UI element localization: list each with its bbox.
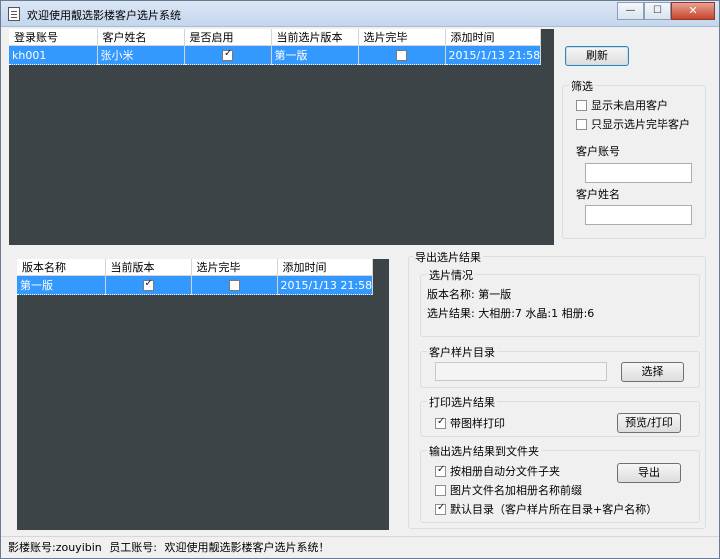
print-group: 打印选片结果 带图样打印 预览/打印 [420,394,700,437]
minimize-button[interactable]: — [617,2,644,20]
name-filter-input[interactable] [585,205,692,225]
info-title: 选片情况 [427,267,475,283]
version-line: 版本名称: 第一版 [427,288,512,301]
prefix-album-box[interactable] [435,484,446,496]
export-title: 导出选片结果 [413,249,483,265]
status-bar: 影楼账号:zouyibin 员工账号: 欢迎使用靓选影楼客户选片系统！ [1,536,719,558]
maximize-button[interactable]: ☐ [644,2,671,20]
table-row[interactable]: 第一版 2015/1/13 21:58 [17,275,374,295]
show-finished-label: 只显示选片完毕客户 [591,118,690,131]
version-finished-checkbox[interactable] [228,280,240,291]
cell-account[interactable]: kh001 [9,45,98,65]
name-filter-label: 客户姓名 [576,188,620,201]
preview-print-button[interactable]: 预览/打印 [617,413,681,433]
cell-version-added[interactable]: 2015/1/13 21:58 [277,275,374,295]
main-window: 欢迎使用靓选影楼客户选片系统 — ☐ ✕ 登录账号 客户姓名 是否启用 当前选片… [0,0,720,559]
account-filter-input[interactable] [585,163,692,183]
to-folder-title: 输出选片结果到文件夹 [427,443,541,459]
close-icon: ✕ [688,4,698,17]
column-header-version[interactable]: 当前选片版本 [271,29,359,46]
cell-version-name[interactable]: 第一版 [17,275,106,295]
finished-checkbox[interactable] [396,50,407,61]
cell-enabled[interactable] [184,45,272,65]
filter-title: 筛选 [569,78,595,94]
sample-dir-input[interactable] [435,362,607,381]
enabled-checkbox[interactable] [222,48,233,61]
cell-current[interactable] [105,275,192,295]
print-with-samples-box[interactable] [435,416,446,429]
refresh-button[interactable]: 刷新 [565,46,629,66]
default-dir-box[interactable] [435,502,446,515]
sample-dir-group: 客户样片目录 选择 [420,344,700,388]
show-disabled-box[interactable] [576,99,587,111]
cell-version-finished[interactable] [191,275,278,295]
customer-grid[interactable]: 登录账号 客户姓名 是否启用 当前选片版本 选片完毕 添加时间 kh001 张小… [9,29,554,245]
cell-finished[interactable] [358,45,446,65]
show-disabled-label: 显示未启用客户 [591,99,668,112]
show-finished-checkbox[interactable]: 只显示选片完毕客户 [576,116,690,132]
info-group: 选片情况 版本名称: 第一版 选片结果: 大相册:7 水晶:1 相册:6 [420,267,700,337]
account-filter-label: 客户账号 [576,145,620,158]
table-row[interactable]: kh001 张小米 第一版 2015/1/13 21:58 [9,45,542,65]
default-dir-label: 默认目录（客户样片所在目录+客户名称） [450,503,658,516]
column-header-enabled[interactable]: 是否启用 [184,29,272,46]
column-header-finished[interactable]: 选片完毕 [358,29,446,46]
prefix-album-checkbox[interactable]: 图片文件名加相册名称前缀 [435,482,582,498]
version-grid[interactable]: 版本名称 当前版本 选片完毕 添加时间 第一版 2015/1/13 21:58 [17,259,389,530]
sample-dir-title: 客户样片目录 [427,344,497,360]
to-folder-group: 输出选片结果到文件夹 按相册自动分文件子夹 图片文件名加相册名称前缀 默认目录（… [420,443,700,523]
column-header-version-name[interactable]: 版本名称 [17,259,106,276]
column-header-version-finished[interactable]: 选片完毕 [191,259,278,276]
choose-button[interactable]: 选择 [621,362,684,382]
filter-group: 筛选 显示未启用客户 只显示选片完毕客户 客户账号 客户姓名 [562,78,706,239]
title-bar: 欢迎使用靓选影楼客户选片系统 — ☐ ✕ [1,1,719,27]
column-header-current[interactable]: 当前版本 [105,259,192,276]
maximize-icon: ☐ [653,5,662,16]
column-header-account[interactable]: 登录账号 [9,29,98,46]
column-header-name[interactable]: 客户姓名 [97,29,185,46]
prefix-album-label: 图片文件名加相册名称前缀 [450,484,582,497]
default-dir-checkbox[interactable]: 默认目录（客户样片所在目录+客户名称） [435,501,657,517]
print-title: 打印选片结果 [427,394,497,410]
app-icon [8,7,20,21]
print-with-samples-label: 带图样打印 [450,417,505,430]
cell-added[interactable]: 2015/1/13 21:58 [445,45,542,65]
auto-subfolder-label: 按相册自动分文件子夹 [450,465,560,478]
close-button[interactable]: ✕ [671,2,715,20]
staff-account: 员工账号: [109,541,157,554]
print-with-samples-checkbox[interactable]: 带图样打印 [435,415,505,431]
current-checkbox[interactable] [142,278,154,291]
show-disabled-checkbox[interactable]: 显示未启用客户 [576,97,668,113]
export-button[interactable]: 导出 [617,463,681,483]
cell-name[interactable]: 张小米 [97,45,185,65]
studio-account: 影楼账号:zouyibin [8,541,102,554]
cell-version[interactable]: 第一版 [271,45,359,65]
status-message: 欢迎使用靓选影楼客户选片系统！ [164,541,330,554]
result-line: 选片结果: 大相册:7 水晶:1 相册:6 [427,307,595,320]
auto-subfolder-checkbox[interactable]: 按相册自动分文件子夹 [435,463,560,479]
minimize-icon: — [625,5,636,16]
auto-subfolder-box[interactable] [435,464,446,477]
window-title: 欢迎使用靓选影楼客户选片系统 [27,9,181,22]
column-header-added[interactable]: 添加时间 [445,29,542,46]
show-finished-box[interactable] [576,118,587,130]
column-header-version-added[interactable]: 添加时间 [277,259,374,276]
